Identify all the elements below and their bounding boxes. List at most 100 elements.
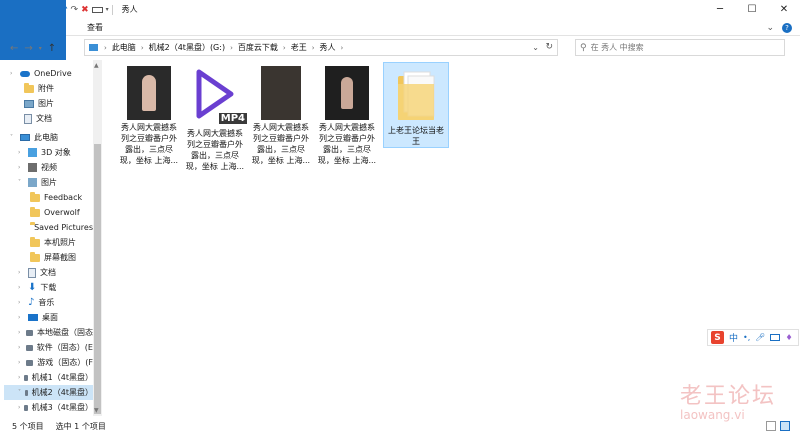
close-button[interactable]: ✕ — [768, 0, 800, 19]
tab-view[interactable]: 查看 — [76, 19, 114, 36]
nav-item-overwolf[interactable]: Overwolf — [30, 205, 80, 220]
search-box[interactable]: ⚲ 在 秀人 中搜索 — [575, 39, 785, 56]
breadcrumb-separator-icon: › — [340, 43, 344, 52]
expand-icon[interactable]: › — [18, 149, 24, 156]
nav-item-music[interactable]: › ♪ 音乐 — [18, 295, 54, 310]
nav-item-pictures[interactable]: 图片 — [24, 96, 54, 111]
nav-item-saved-pictures[interactable]: Saved Pictures — [30, 220, 93, 235]
drive-icon — [26, 329, 33, 336]
nav-label: 软件（固态）(E — [36, 343, 93, 352]
nav-item-drive-e[interactable]: › 软件（固态）(E — [18, 340, 93, 355]
expand-icon[interactable]: ˅ — [18, 179, 24, 186]
nav-item-attachments[interactable]: 附件 — [24, 81, 54, 96]
file-item[interactable]: 秀人网大震撼系列之豆瓣番户外露出，三点尽现，坐标 上海... — [248, 62, 314, 166]
nav-item-onedrive[interactable]: › OneDrive — [10, 66, 72, 81]
scrollbar-thumb[interactable] — [94, 144, 101, 414]
redo-icon[interactable]: ↷ — [71, 5, 79, 15]
address-row: ← → ▾ ↑ › 此电脑 › 机械2（4t黑盘）(G:) › 百度云下载 › … — [0, 37, 800, 59]
nav-item-3d-objects[interactable]: › 3D 对象 — [18, 145, 71, 160]
nav-item-drive-f[interactable]: › 游戏（固态）(F — [18, 355, 93, 370]
expand-icon[interactable]: ˅ — [18, 389, 21, 396]
nav-item-local-photos[interactable]: 本机照片 — [30, 235, 76, 250]
breadcrumb-baidu[interactable]: 百度云下载 — [235, 42, 281, 53]
computer-icon — [89, 44, 98, 51]
search-placeholder: 在 秀人 中搜索 — [590, 43, 644, 52]
file-name: 秀人网大震撼系列之豆瓣番户外露出，三点尽现，坐标 上海... — [317, 123, 377, 165]
rename-icon[interactable] — [91, 6, 103, 13]
title-bar: ↶ ↷ ✖ ▾ 秀人 ─ ☐ ✕ — [0, 0, 800, 19]
separator — [111, 4, 113, 15]
nav-item-mech2[interactable]: ˅ 机械2（4t黑盘） — [4, 385, 93, 400]
expand-icon[interactable]: › — [18, 269, 24, 276]
details-view-icon[interactable] — [766, 421, 776, 431]
expand-icon[interactable]: › — [18, 344, 22, 351]
file-name: 上老王论坛当老王 — [388, 126, 444, 146]
nav-label: 屏幕截图 — [44, 253, 76, 262]
chevron-down-icon[interactable]: ▾ — [106, 6, 109, 13]
expand-icon[interactable]: › — [10, 70, 16, 77]
sogou-logo-icon: S — [711, 331, 724, 344]
delete-icon[interactable]: ✖ — [81, 5, 89, 15]
expand-icon[interactable]: › — [18, 164, 24, 171]
folder-icon — [24, 82, 34, 93]
expand-icon[interactable]: › — [18, 314, 24, 321]
ime-toolbar[interactable]: S 中 •, 🎤︎ ♦ — [707, 329, 799, 346]
minimize-button[interactable]: ─ — [704, 0, 736, 19]
file-item-selected[interactable]: 上老王论坛当老王 — [383, 62, 449, 148]
nav-scrollbar[interactable]: ▲ ▼ — [93, 60, 102, 416]
nav-item-feedback[interactable]: Feedback — [30, 190, 82, 205]
folder-icon — [30, 191, 40, 202]
nav-label: 图片 — [38, 99, 54, 108]
nav-item-videos[interactable]: › 视频 — [18, 160, 57, 175]
nav-label: 游戏（固态）(F — [37, 358, 93, 367]
shirt-icon[interactable]: ♦ — [785, 333, 792, 342]
expand-icon[interactable]: ˅ — [10, 134, 16, 141]
file-name: 秀人网大震撼系列之豆瓣番户外露出，三点尽现，坐标 上海... — [185, 129, 245, 171]
expand-icon[interactable]: › — [18, 359, 22, 366]
nav-item-downloads[interactable]: › ⬇ 下载 — [18, 280, 56, 295]
expand-icon[interactable]: › — [18, 299, 24, 306]
address-dropdown-icon[interactable]: ⌄ — [532, 43, 539, 52]
help-icon[interactable]: ? — [782, 22, 792, 33]
nav-item-documents-pc[interactable]: › 文档 — [18, 265, 56, 280]
breadcrumb-xiuren[interactable]: 秀人 — [317, 42, 339, 53]
drive-icon — [26, 344, 33, 351]
microphone-icon[interactable]: 🎤︎ — [755, 333, 765, 342]
nav-item-mech1[interactable]: › 机械1（4t黑盘） — [18, 370, 93, 385]
address-bar[interactable]: › 此电脑 › 机械2（4t黑盘）(G:) › 百度云下载 › 老王 › 秀人 … — [84, 39, 558, 56]
nav-label: Feedback — [44, 193, 83, 202]
nav-item-documents[interactable]: 文档 — [24, 111, 52, 126]
expand-icon[interactable]: › — [18, 404, 20, 411]
expand-icon[interactable]: › — [18, 374, 20, 381]
nav-item-mech3[interactable]: › 机械3（4t黑盘） — [18, 400, 93, 415]
breadcrumb-separator-icon: › — [311, 43, 315, 52]
nav-item-desktop[interactable]: › 桌面 — [18, 310, 58, 325]
nav-item-screenshots[interactable]: 屏幕截图 — [30, 250, 76, 265]
nav-item-this-pc[interactable]: ˅ 此电脑 — [10, 130, 58, 145]
nav-item-drive-c[interactable]: › 本地磁盘（固态 — [18, 325, 93, 340]
maximize-button[interactable]: ☐ — [736, 0, 768, 19]
file-item[interactable]: 秀人网大震撼系列之豆瓣番户外露出，三点尽现，坐标 上海... — [314, 62, 380, 166]
scroll-down-icon[interactable]: ▼ — [94, 407, 99, 414]
keyboard-icon[interactable] — [770, 334, 781, 341]
forward-icon[interactable]: → — [24, 43, 32, 54]
nav-label: 视频 — [41, 163, 57, 172]
expand-icon[interactable]: › — [18, 329, 22, 336]
scroll-up-icon[interactable]: ▲ — [94, 62, 99, 69]
breadcrumb-drive[interactable]: 机械2（4t黑盘）(G:) — [146, 42, 228, 53]
expand-icon[interactable]: › — [18, 284, 24, 291]
recent-chevron-icon[interactable]: ▾ — [39, 45, 42, 52]
file-item[interactable]: MP4 秀人网大震撼系列之豆瓣番户外露出，三点尽现，坐标 上海... — [182, 62, 248, 171]
folder-icon — [30, 251, 40, 262]
file-item[interactable]: 秀人网大震撼系列之豆瓣番户外露出，三点尽现，坐标 上海... — [116, 62, 182, 166]
back-icon[interactable]: ← — [10, 43, 18, 54]
punctuation-icon[interactable]: •, — [743, 333, 750, 342]
breadcrumb-this-pc[interactable]: 此电脑 — [109, 42, 139, 53]
expand-ribbon-icon[interactable]: ⌄ — [766, 23, 774, 33]
up-icon[interactable]: ↑ — [48, 43, 56, 54]
refresh-icon[interactable]: ↻ — [545, 42, 553, 52]
breadcrumb-laowang[interactable]: 老王 — [288, 42, 310, 53]
large-icons-view-icon[interactable] — [780, 421, 790, 431]
nav-item-pictures-pc[interactable]: ˅ 图片 — [18, 175, 57, 190]
ime-mode[interactable]: 中 — [729, 331, 738, 344]
